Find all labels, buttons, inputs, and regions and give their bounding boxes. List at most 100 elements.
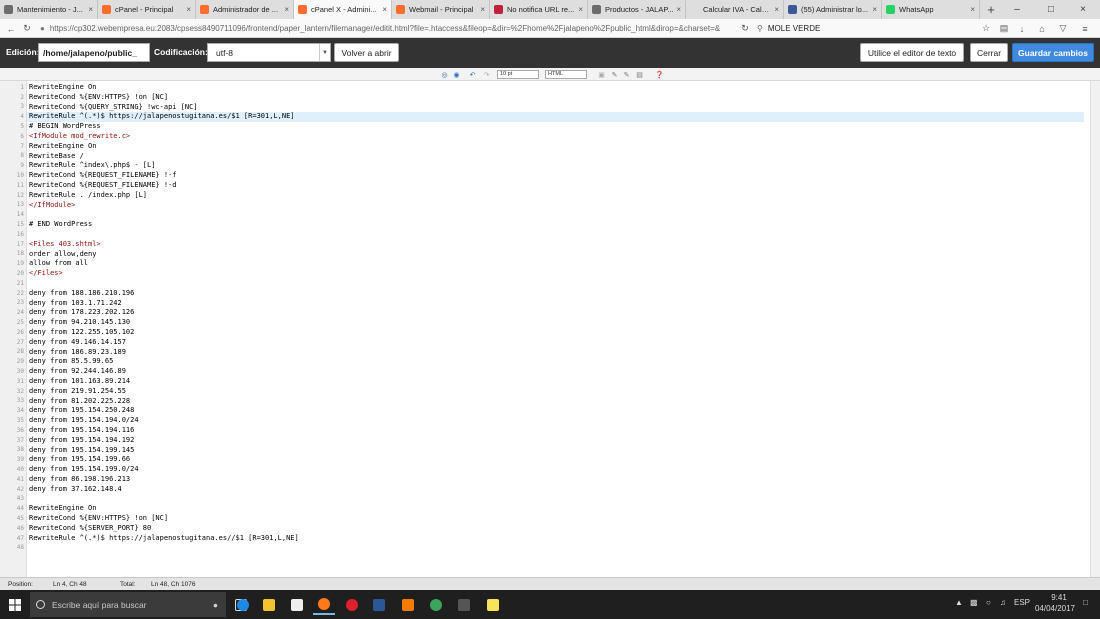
reset-highlight-icon[interactable]: ✎ (622, 70, 631, 79)
code-line[interactable]: deny from 86.198.196.213 (29, 475, 130, 483)
code-line[interactable]: deny from 195.154.199.0/24 (29, 465, 139, 473)
code-line[interactable]: deny from 195.154.199.66 (29, 455, 130, 463)
clock-date[interactable]: 04/04/2017 (1034, 604, 1076, 613)
back-icon[interactable]: ← (4, 22, 18, 35)
code-line[interactable]: RewriteRule ^index\.php$ - [L] (29, 161, 155, 169)
opera-icon[interactable] (341, 594, 363, 615)
code-line[interactable]: deny from 85.5.99.65 (29, 357, 113, 365)
close-tab-icon[interactable]: × (872, 5, 877, 14)
browser-tab[interactable]: WhatsApp × (882, 0, 980, 19)
binoculars-icon[interactable]: ◎ (440, 70, 449, 79)
notifications-icon[interactable]: □ (1083, 598, 1088, 607)
code-line[interactable]: deny from 195.154.199.145 (29, 446, 134, 454)
code-line[interactable]: deny from 188.186.210.196 (29, 289, 134, 297)
window-close-icon[interactable]: × (1066, 0, 1100, 19)
fullscreen-icon[interactable]: ▣ (597, 70, 606, 79)
menu-icon[interactable]: ≡ (1078, 22, 1092, 35)
browser-search-box[interactable]: ⚲ MOLE VERDE (757, 21, 969, 36)
file-explorer-icon[interactable] (258, 594, 280, 615)
address-bar[interactable]: ● https://cp302.webempresa.eu:2083/cpses… (40, 21, 732, 36)
code-line[interactable]: deny from 49.146.14.157 (29, 338, 126, 346)
bookmark-star-icon[interactable]: ☆ (979, 22, 993, 35)
browser-tab[interactable]: Productos - JALAP... × (588, 0, 686, 19)
show-hidden-icons[interactable]: ▲ (955, 598, 963, 607)
code-line[interactable]: RewriteCond %{SERVER_PORT} 80 (29, 524, 151, 532)
code-line[interactable]: RewriteCond %{ENV:HTTPS} !on [NC] (29, 514, 168, 522)
pocket-icon[interactable]: ▽ (1056, 22, 1070, 35)
close-tab-icon[interactable]: × (186, 5, 191, 14)
code-line[interactable]: </Files> (29, 269, 63, 277)
volume-icon[interactable]: ♫ (1000, 598, 1006, 607)
code-line[interactable]: deny from 195.154.250.248 (29, 406, 134, 414)
code-line[interactable]: deny from 195.154.194.0/24 (29, 416, 139, 424)
code-editor[interactable]: 1 2 3 4 5 6 7 8 9 10 11 12 13 14 15 16 17 18 19 20 21 22 23 24 2… (0, 81, 1100, 577)
redo-icon[interactable]: ↷ (482, 70, 491, 79)
browser-tab[interactable]: Mantenimiento - J... × (0, 0, 98, 19)
code-line[interactable]: deny from 103.1.71.242 (29, 299, 122, 307)
code-line[interactable]: deny from 81.202.225.228 (29, 397, 130, 405)
reopen-button[interactable]: Volver a abrir (334, 43, 399, 62)
help-icon[interactable]: ❓ (655, 70, 664, 79)
code-line[interactable]: RewriteRule . /index.php [L] (29, 191, 147, 199)
close-tab-icon[interactable]: × (88, 5, 93, 14)
browser-tab[interactable]: Calcular IVA - Calcula...× (686, 0, 784, 19)
refresh-page-icon[interactable]: ↻ (738, 22, 752, 35)
microphone-icon[interactable]: ● (213, 600, 218, 610)
reload-icon[interactable]: ↻ (20, 22, 34, 35)
browser-tab[interactable]: Administrador de ... × (196, 0, 294, 19)
clock-time[interactable]: 9:41 (1042, 593, 1076, 602)
close-tab-icon[interactable]: × (578, 5, 583, 14)
code-line[interactable]: # BEGIN WordPress (29, 122, 101, 130)
code-line[interactable]: deny from 101.163.89.214 (29, 377, 130, 385)
code-line[interactable]: RewriteCond %{REQUEST_FILENAME} !-d (29, 181, 177, 189)
joomla-app-icon[interactable] (397, 594, 419, 615)
code-line[interactable]: RewriteCond %{QUERY_STRING} !wc-api [NC] (29, 103, 198, 111)
code-line[interactable]: <IfModule mod_rewrite.c> (29, 132, 130, 140)
game-icon[interactable] (453, 594, 475, 615)
code-line[interactable]: deny from 37.162.148.4 (29, 485, 122, 493)
undo-icon[interactable]: ↶ (468, 70, 477, 79)
taskbar-search-box[interactable]: Escribe aquí para buscar ● (30, 592, 226, 617)
browser-tab[interactable]: (55) Administrar lo... × (784, 0, 882, 19)
browser-tab[interactable]: Webmail - Principal × (392, 0, 490, 19)
code-line[interactable]: RewriteEngine On (29, 504, 96, 512)
edge-icon[interactable] (232, 594, 254, 615)
browser-tab[interactable]: No notifica URL re... × (490, 0, 588, 19)
word-wrap-icon[interactable]: ▤ (635, 70, 644, 79)
close-button[interactable]: Cerrar (970, 43, 1008, 62)
windows-start-icon[interactable] (4, 594, 26, 615)
browser-tab[interactable]: cPanel X - Admini... × (294, 0, 392, 19)
media-player-icon[interactable] (368, 594, 390, 615)
code-line[interactable]: RewriteCond %{REQUEST_FILENAME} !-f (29, 171, 177, 179)
chrome-icon[interactable] (425, 594, 447, 615)
maximize-icon[interactable]: □ (1034, 0, 1068, 19)
code-line[interactable]: deny from 186.89.23.189 (29, 348, 126, 356)
code-line[interactable]: RewriteRule ^(.*)$ https://jalapenostugi… (29, 534, 299, 542)
code-line[interactable]: RewriteEngine On (29, 142, 96, 150)
code-line[interactable]: </IfModule> (29, 201, 75, 209)
minimize-icon[interactable]: – (1000, 0, 1034, 19)
battery-icon[interactable]: ▩ (970, 598, 978, 607)
code-line[interactable]: RewriteRule ^(.*)$ https://jalapenostugi… (29, 112, 295, 120)
save-changes-button[interactable]: Guardar cambios (1012, 43, 1094, 62)
syntax-select[interactable]: HTML (545, 70, 587, 79)
code-line[interactable]: allow from all (29, 259, 88, 267)
code-line[interactable]: RewriteCond %{ENV:HTTPS} !on [NC] (29, 93, 168, 101)
code-line[interactable]: RewriteEngine On (29, 83, 96, 91)
code-line[interactable]: deny from 219.91.254.55 (29, 387, 126, 395)
sticky-notes-icon[interactable] (482, 594, 504, 615)
firefox-icon[interactable] (313, 594, 335, 615)
close-tab-icon[interactable]: × (480, 5, 485, 14)
close-tab-icon[interactable]: × (676, 5, 681, 14)
language-indicator[interactable]: ESP (1014, 598, 1030, 607)
close-tab-icon[interactable]: × (284, 5, 289, 14)
network-icon[interactable]: ○ (986, 598, 991, 607)
new-tab-icon[interactable]: + (980, 0, 1002, 19)
home-icon[interactable]: ⌂ (1035, 22, 1049, 35)
download-icon[interactable]: ↓ (1015, 22, 1029, 35)
encoding-select[interactable]: utf-8 ▼ (207, 43, 331, 62)
code-line[interactable]: deny from 122.255.105.102 (29, 328, 134, 336)
code-line[interactable]: # END WordPress (29, 220, 92, 228)
code-line[interactable]: deny from 94.210.145.130 (29, 318, 130, 326)
code-line[interactable]: deny from 92.244.146.89 (29, 367, 126, 375)
